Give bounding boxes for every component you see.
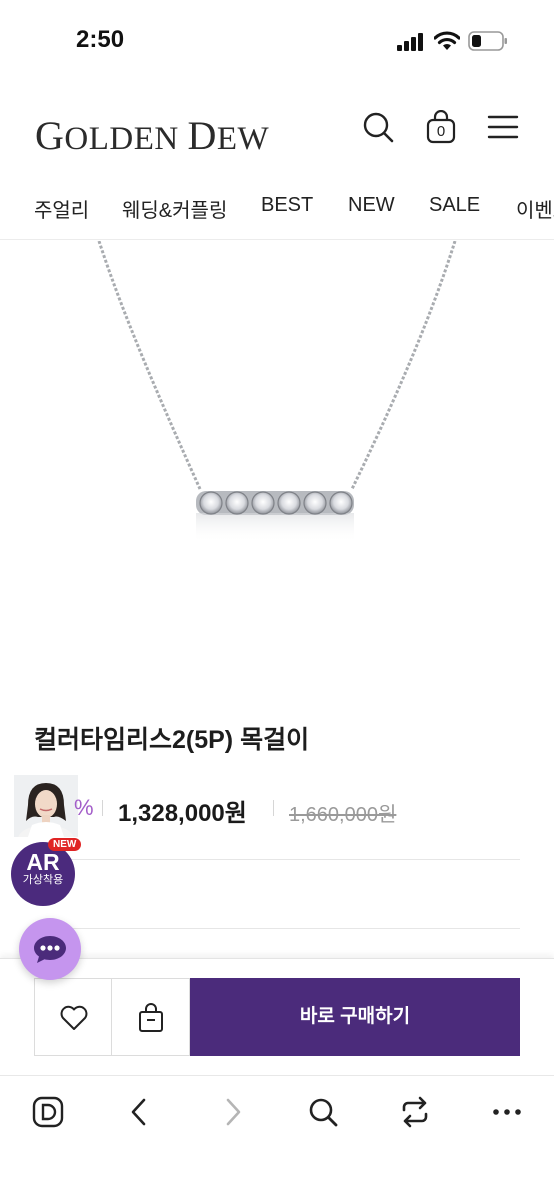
category-nav: 주얼리 웨딩&커플링 BEST NEW SALE 이벤트 <box>0 178 554 240</box>
brand-text: EW <box>216 121 270 157</box>
wishlist-button[interactable] <box>34 978 112 1056</box>
category-event[interactable]: 이벤트 <box>516 194 554 223</box>
product-image[interactable] <box>0 241 554 701</box>
original-price: 1,660,000원 <box>289 804 397 826</box>
buy-now-button[interactable]: 바로 구매하기 <box>190 978 520 1056</box>
category-jewelry[interactable]: 주얼리 <box>34 194 89 223</box>
refresh-icon[interactable] <box>399 1096 431 1128</box>
price-divider <box>102 800 103 816</box>
brand-initial: D <box>187 113 217 158</box>
back-icon[interactable] <box>124 1096 156 1128</box>
category-best[interactable]: BEST <box>261 194 313 217</box>
status-bar: 2:50 <box>0 0 554 80</box>
product-title: 컬러타임리스2(5P) 목걸이 <box>34 726 310 754</box>
browser-toolbar <box>0 1075 554 1200</box>
shopping-bag-icon <box>139 1003 163 1032</box>
brand-text: OLDEN <box>64 121 188 157</box>
cart-count: 0 <box>436 123 446 140</box>
search-icon[interactable] <box>361 110 395 144</box>
new-badge: NEW <box>48 838 82 851</box>
wifi-icon <box>434 31 460 50</box>
battery-icon <box>468 31 507 51</box>
ar-subtitle: 가상착용 <box>22 874 64 886</box>
cart-button[interactable]: 0 <box>424 109 458 144</box>
discount-rate: % <box>74 795 94 820</box>
divider <box>34 859 520 860</box>
heart-icon <box>60 1005 88 1030</box>
site-header: GOLDEN DEW 0 <box>0 92 554 168</box>
model-thumbnail[interactable] <box>14 775 78 837</box>
status-time: 2:50 <box>76 26 125 53</box>
price-divider <box>273 800 274 816</box>
add-to-cart-button[interactable] <box>112 978 190 1056</box>
brand-initial: G <box>35 113 65 158</box>
divider <box>34 928 520 929</box>
browser-logo-icon[interactable] <box>32 1096 64 1128</box>
category-sale[interactable]: SALE <box>429 194 480 217</box>
ar-title: AR <box>26 849 60 875</box>
category-new[interactable]: NEW <box>348 194 395 217</box>
chat-bubble-icon <box>34 936 66 963</box>
signal-icon <box>397 33 423 51</box>
sale-price: 1,328,000원 <box>118 800 247 827</box>
category-wedding-couple-ring[interactable]: 웨딩&커플링 <box>122 194 227 223</box>
search-icon[interactable] <box>307 1096 339 1128</box>
ar-try-on-button[interactable]: AR 가상착용 <box>11 842 75 906</box>
menu-icon[interactable] <box>486 110 520 144</box>
forward-icon[interactable] <box>216 1096 248 1128</box>
more-icon[interactable] <box>491 1096 523 1128</box>
brand-logo[interactable]: GOLDEN DEW <box>35 112 269 159</box>
purchase-bar: 바로 구매하기 <box>0 958 554 1075</box>
chat-button[interactable] <box>19 918 81 980</box>
